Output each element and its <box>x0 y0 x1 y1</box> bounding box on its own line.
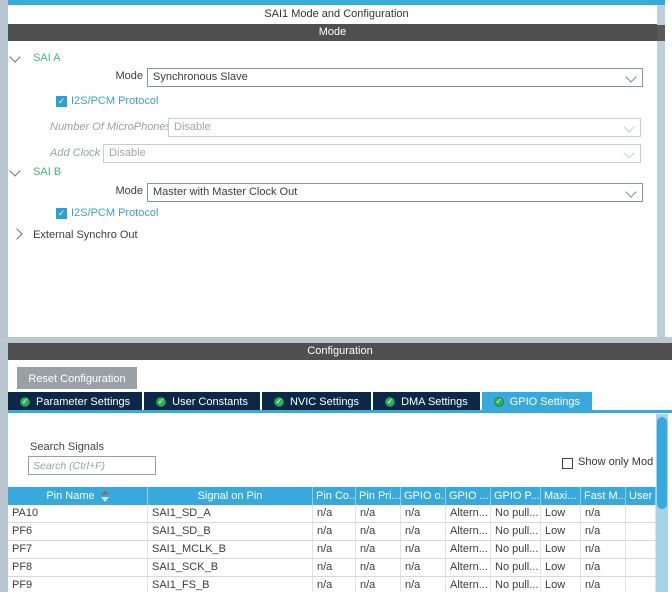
external-synchro-tree-item[interactable]: External Synchro Out <box>11 228 138 241</box>
show-only-modified-label: Show only Mod <box>578 456 654 468</box>
sai-b-tree-item[interactable]: SAI B <box>9 165 62 178</box>
table-row-pf6[interactable]: PF6 SAI1_SD_B n/a n/a n/a Altern... No p… <box>8 523 656 541</box>
external-synchro-expand-icon[interactable] <box>11 228 23 240</box>
table-row-pa10[interactable]: PA10 SAI1_SD_A n/a n/a n/a Altern... No … <box>8 505 656 523</box>
column-header-gpio-mode[interactable]: GPIO ... <box>446 487 491 505</box>
column-header-fast-mode[interactable]: Fast M... <box>581 487 626 505</box>
tab-parameter-settings[interactable]: Parameter Settings <box>8 392 143 412</box>
sai-a-add-clock-label: Add Clock <box>50 147 101 159</box>
sai-a-collapse-icon[interactable] <box>9 51 21 63</box>
tab-label: NVIC Settings <box>289 396 360 408</box>
tab-dma-settings[interactable]: DMA Settings <box>373 392 480 412</box>
sai-b-mode-select[interactable]: Master with Master Clock Out <box>147 183 643 202</box>
sai-a-protocol-label: I2S/PCM Protocol <box>71 95 159 107</box>
tab-user-constants[interactable]: User Constants <box>144 392 260 412</box>
sai-a-microphones-select: Disable <box>168 118 641 137</box>
mode-panel-scrollbar[interactable] <box>657 5 665 337</box>
tab-label: DMA Settings <box>401 396 468 408</box>
check-circle-icon <box>493 397 504 407</box>
table-row-pf8[interactable]: PF8 SAI1_SCK_B n/a n/a n/a Altern... No … <box>8 559 656 577</box>
chevron-down-icon <box>625 71 637 83</box>
table-scrollbar[interactable] <box>656 414 668 592</box>
settings-tab-bar: Parameter Settings User Constants NVIC S… <box>8 392 594 412</box>
sai-a-protocol-checkbox[interactable] <box>56 96 67 107</box>
tab-label: GPIO Settings <box>509 396 581 408</box>
gpio-pins-table: Pin Name Signal on Pin Pin Co... Pin Pri… <box>8 487 656 592</box>
column-header-gpio-output[interactable]: GPIO o... <box>401 487 446 505</box>
check-circle-icon <box>273 397 284 407</box>
column-header-max-speed[interactable]: Maxi... <box>541 487 581 505</box>
show-only-modified-checkbox[interactable] <box>562 458 573 469</box>
check-circle-icon <box>156 397 167 407</box>
table-row-pf9[interactable]: PF9 SAI1_FS_B n/a n/a n/a Altern... No p… <box>8 577 656 592</box>
sai-b-mode-value: Master with Master Clock Out <box>153 186 298 198</box>
sai-a-label: SAI A <box>33 52 61 64</box>
sai-a-tree-item[interactable]: SAI A <box>9 51 61 64</box>
mode-section-header: Mode <box>8 24 657 41</box>
left-border-strip <box>0 0 8 592</box>
tab-label: User Constants <box>172 396 248 408</box>
search-input[interactable] <box>28 456 156 475</box>
column-header-pin-name[interactable]: Pin Name <box>8 487 148 505</box>
table-scrollbar-thumb[interactable] <box>657 417 667 509</box>
sai-a-microphones-label: Number Of MicroPhones <box>50 121 172 133</box>
chevron-down-icon <box>623 147 635 159</box>
sai-b-mode-label: Mode <box>115 185 143 197</box>
tab-nvic-settings[interactable]: NVIC Settings <box>261 392 372 412</box>
reset-configuration-button[interactable]: Reset Configuration <box>17 367 137 389</box>
mode-panel-scrollbar-thumb[interactable] <box>657 25 665 41</box>
sai-a-microphones-value: Disable <box>174 121 211 133</box>
tab-label: Parameter Settings <box>36 396 131 408</box>
external-synchro-label: External Synchro Out <box>33 229 138 241</box>
sai-b-protocol-label: I2S/PCM Protocol <box>71 207 159 219</box>
check-circle-icon <box>20 397 30 407</box>
sai-a-add-clock-value: Disable <box>109 147 146 159</box>
sai-a-mode-value: Synchronous Slave <box>153 71 248 83</box>
column-header-signal-on-pin[interactable]: Signal on Pin <box>148 487 313 505</box>
sai-b-label: SAI B <box>33 166 62 178</box>
chevron-down-icon <box>625 186 637 198</box>
sai-b-collapse-icon[interactable] <box>9 165 21 177</box>
column-header-pin-context[interactable]: Pin Co... <box>313 487 356 505</box>
sai-b-protocol-checkbox[interactable] <box>56 208 67 219</box>
column-header-gpio-pull[interactable]: GPIO P... <box>491 487 541 505</box>
table-header-row: Pin Name Signal on Pin Pin Co... Pin Pri… <box>8 487 656 505</box>
sort-asc-icon <box>100 490 109 503</box>
configuration-section-header: Configuration <box>8 343 672 360</box>
sai-a-mode-select[interactable]: Synchronous Slave <box>147 68 643 87</box>
chevron-down-icon <box>623 121 635 133</box>
check-circle-icon <box>385 397 396 407</box>
table-row-pf7[interactable]: PF7 SAI1_MCLK_B n/a n/a n/a Altern... No… <box>8 541 656 559</box>
window-title: SAI1 Mode and Configuration <box>8 5 665 24</box>
column-header-pin-privilege[interactable]: Pin Pri... <box>356 487 401 505</box>
sai-a-add-clock-select: Disable <box>103 144 641 163</box>
tab-gpio-settings[interactable]: GPIO Settings <box>481 392 593 412</box>
active-tab-underline <box>8 410 672 413</box>
sai1-mode-configuration-window: SAI1 Mode and Configuration Mode SAI A M… <box>0 0 672 592</box>
column-header-user-label[interactable]: User <box>626 487 656 505</box>
sai-a-mode-label: Mode <box>115 70 143 82</box>
search-signals-label: Search Signals <box>30 441 104 453</box>
